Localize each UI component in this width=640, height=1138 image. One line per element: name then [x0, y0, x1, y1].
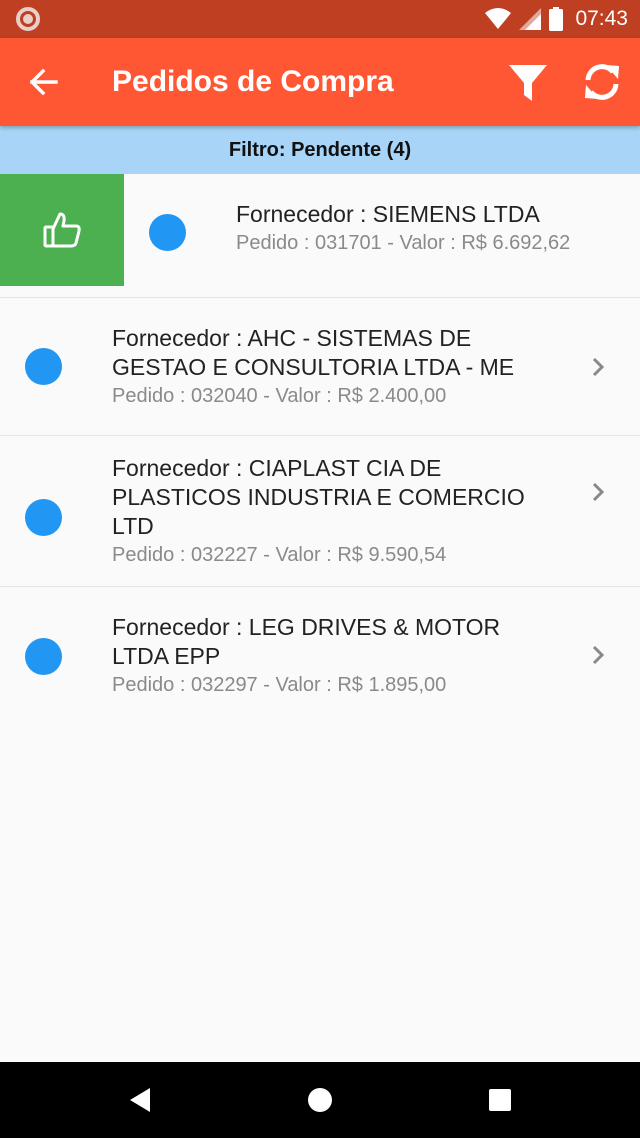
home-circle-icon [308, 1088, 332, 1112]
thumbs-up-icon [43, 212, 81, 248]
nav-recents-button[interactable] [460, 1062, 540, 1138]
recents-square-icon [489, 1089, 511, 1111]
order-details: Pedido : 031701 - Valor : R$ 6.692,62 [236, 232, 571, 254]
refresh-icon [585, 64, 619, 100]
back-button[interactable] [22, 60, 66, 104]
list-item-swiped[interactable]: Fornecedor : SIEMENS LTDA Pedido : 03170… [0, 174, 640, 298]
approve-button[interactable] [0, 174, 124, 286]
order-details: Pedido : 032227 - Valor : R$ 9.590,54 [112, 544, 447, 566]
list-item[interactable]: Fornecedor : CIAPLAST CIA DE PLASTICOS I… [0, 436, 640, 587]
battery-icon [549, 7, 564, 31]
nav-back-button[interactable] [100, 1062, 180, 1138]
status-dot [149, 214, 186, 251]
status-time: 07:43 [575, 7, 628, 30]
filter-button[interactable] [504, 60, 552, 106]
signal-icon [519, 8, 542, 30]
back-triangle-icon [130, 1088, 150, 1112]
supplier-name: Fornecedor : AHC - SISTEMAS DE GESTAO E … [112, 325, 515, 380]
filter-status-bar[interactable]: Filtro: Pendente (4) [0, 126, 640, 174]
app-bar: Pedidos de Compra [0, 38, 640, 126]
chevron-right-icon [592, 482, 605, 502]
refresh-button[interactable] [578, 58, 626, 106]
status-dot [25, 499, 62, 536]
order-details: Pedido : 032040 - Valor : R$ 2.400,00 [112, 385, 447, 407]
nav-home-button[interactable] [280, 1062, 360, 1138]
orders-list: Fornecedor : SIEMENS LTDA Pedido : 03170… [0, 174, 640, 725]
system-nav-bar [0, 1062, 640, 1138]
page-title: Pedidos de Compra [112, 65, 394, 98]
list-item[interactable]: Fornecedor : AHC - SISTEMAS DE GESTAO E … [0, 298, 640, 436]
arrow-back-icon [30, 69, 58, 95]
list-item[interactable]: Fornecedor : LEG DRIVES & MOTOR LTDA EPP… [0, 587, 640, 725]
status-icons: 07:43 [485, 0, 628, 38]
order-details: Pedido : 032297 - Valor : R$ 1.895,00 [112, 674, 447, 696]
wifi-icon [485, 8, 512, 29]
status-dot [25, 348, 62, 385]
status-dot [25, 638, 62, 675]
notification-icon [16, 7, 40, 31]
chevron-right-icon [592, 357, 605, 377]
status-bar: 07:43 [0, 0, 640, 38]
supplier-name: Fornecedor : LEG DRIVES & MOTOR LTDA EPP [112, 614, 501, 669]
supplier-name: Fornecedor : CIAPLAST CIA DE PLASTICOS I… [112, 455, 525, 539]
filter-icon [509, 65, 547, 101]
supplier-name: Fornecedor : SIEMENS LTDA [236, 201, 540, 227]
chevron-right-icon [592, 645, 605, 665]
